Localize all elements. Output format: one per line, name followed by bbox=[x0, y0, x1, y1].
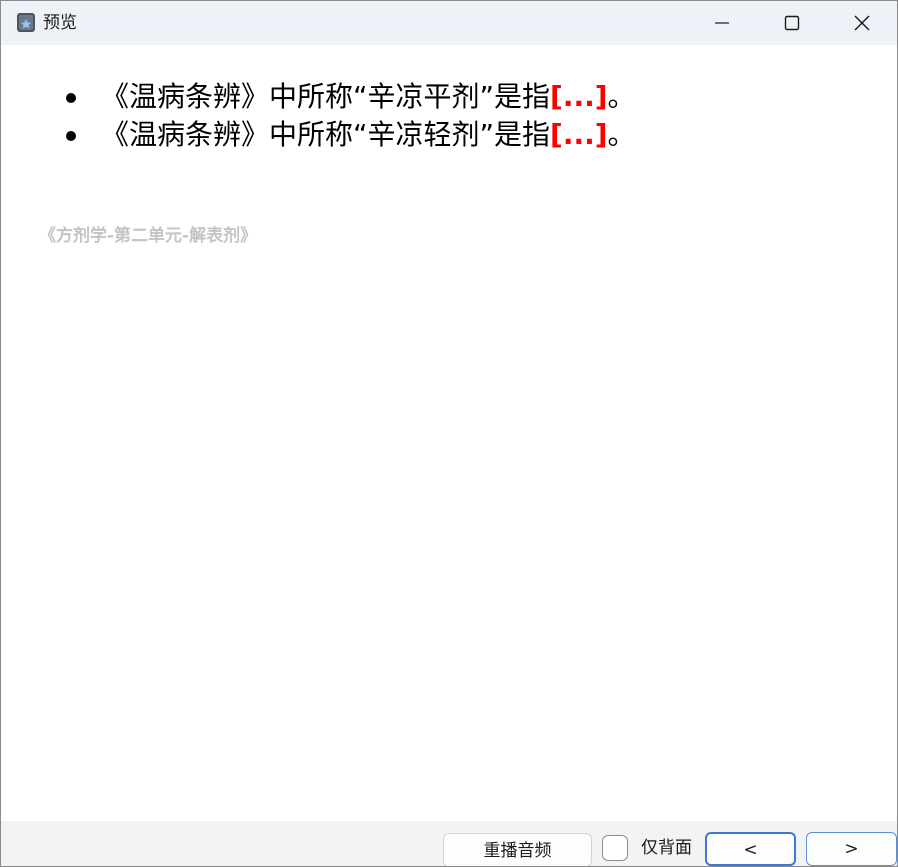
cloze-item: 《温病条辨》中所称“辛凉平剂”是指[...]。 bbox=[66, 78, 636, 116]
replay-audio-button[interactable]: 重播音频 bbox=[443, 833, 592, 866]
previous-button[interactable]: < bbox=[705, 832, 796, 866]
cloze-suffix: 。 bbox=[607, 80, 636, 113]
close-button[interactable] bbox=[827, 1, 897, 45]
cloze-blank: [...] bbox=[550, 80, 608, 113]
minimize-icon bbox=[715, 22, 729, 24]
minimize-button[interactable] bbox=[687, 1, 757, 45]
cloze-blank: [...] bbox=[550, 118, 608, 151]
cloze-question-text: 《温病条辨》中所称“辛凉平剂”是指 bbox=[101, 80, 551, 113]
title-bar: 预览 bbox=[1, 1, 897, 45]
maximize-icon bbox=[784, 15, 800, 31]
cloze-list: 《温病条辨》中所称“辛凉平剂”是指[...]。 《温病条辨》中所称“辛凉轻剂”是… bbox=[66, 78, 636, 154]
cloze-item: 《温病条辨》中所称“辛凉轻剂”是指[...]。 bbox=[66, 116, 636, 154]
close-icon bbox=[854, 15, 870, 31]
next-button[interactable]: > bbox=[806, 832, 897, 866]
cloze-suffix: 。 bbox=[607, 118, 636, 151]
app-icon bbox=[16, 12, 36, 33]
preview-window: 预览 《温病条辨》中所称“辛凉平剂”是指[...]。 《温病条辨》中所称“辛凉轻… bbox=[0, 0, 898, 867]
bottom-bar: 重播音频 仅背面 < > bbox=[1, 821, 897, 866]
deck-name: 《方剂学-第二单元-解表剂》 bbox=[39, 226, 258, 246]
window-title: 预览 bbox=[43, 13, 77, 33]
maximize-button[interactable] bbox=[757, 1, 827, 45]
cloze-question-text: 《温病条辨》中所称“辛凉轻剂”是指 bbox=[101, 118, 551, 151]
bullet-icon bbox=[66, 131, 76, 141]
back-only-checkbox[interactable] bbox=[602, 835, 628, 861]
back-only-label[interactable]: 仅背面 bbox=[641, 836, 692, 860]
bullet-icon bbox=[66, 93, 76, 103]
card-content: 《温病条辨》中所称“辛凉平剂”是指[...]。 《温病条辨》中所称“辛凉轻剂”是… bbox=[1, 45, 897, 821]
